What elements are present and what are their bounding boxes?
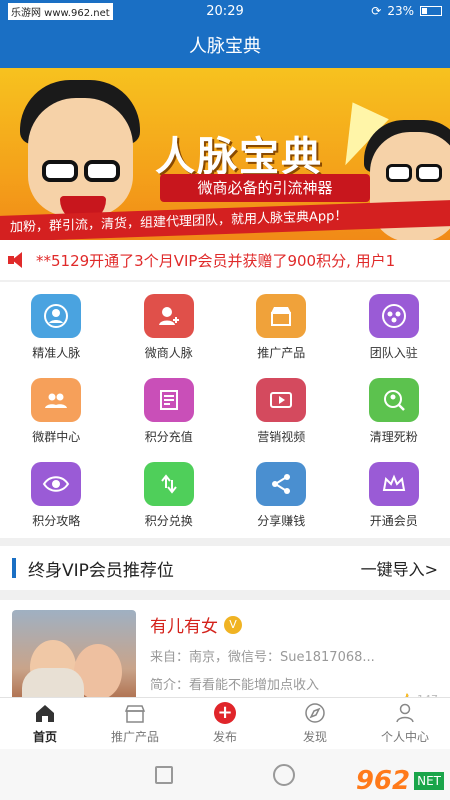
feature-item-wechat-contacts[interactable]: 微商人脉: [113, 288, 226, 364]
home-icon: [34, 702, 56, 724]
document-icon: [143, 378, 194, 422]
site-watermark: 962 NET: [356, 766, 444, 796]
tab-discover[interactable]: 发现: [270, 698, 360, 749]
feature-item-clean-dead-fans[interactable]: 清理死粉: [338, 372, 450, 448]
speaker-icon: [8, 252, 28, 268]
feature-grid: 精准人脉 微商人脉 推广产品 团队入驻 微群中心 积分充值 营销视频 清理死粉 …: [0, 282, 450, 538]
feature-item-share-earn[interactable]: 分享赚钱: [225, 456, 338, 532]
feature-item-marketing-video[interactable]: 营销视频: [225, 372, 338, 448]
feature-item-points-guide[interactable]: 积分攻略: [0, 456, 113, 532]
crown-icon: [368, 462, 419, 506]
feature-label: 微商人脉: [144, 346, 193, 360]
section-accent-bar: [12, 558, 16, 578]
vip-badge-icon: V: [224, 615, 242, 634]
clean-icon: [368, 378, 419, 422]
store-icon: [256, 294, 307, 338]
tab-label: 个人中心: [380, 730, 429, 744]
watermark-number: 962: [355, 766, 411, 796]
tab-label: 发现: [302, 730, 327, 744]
share-icon: [256, 462, 307, 506]
tab-publish[interactable]: + 发布: [180, 698, 270, 749]
member-info: 有儿有女 V 来自：南京，微信号：Sue1817068... 简介：看看能不能增…: [150, 610, 375, 708]
tab-label: 发布: [212, 730, 237, 744]
feature-label: 微群中心: [32, 430, 81, 444]
recent-apps-button[interactable]: [155, 765, 173, 784]
page-title: 人脉宝典: [189, 36, 261, 57]
member-location: 来自：南京，微信号：Sue1817068...: [150, 650, 375, 665]
feature-item-open-membership[interactable]: 开通会员: [338, 456, 450, 532]
feature-item-team-join[interactable]: 团队入驻: [338, 288, 450, 364]
feature-label: 团队入驻: [369, 346, 418, 360]
feature-label: 积分充值: [144, 430, 193, 444]
bottom-tab-bar: 首页 推广产品 + 发布 发现 个人中心: [0, 697, 450, 749]
tab-promote-products[interactable]: 推广产品: [90, 698, 180, 749]
tab-home[interactable]: 首页: [0, 698, 90, 749]
feature-item-group-center[interactable]: 微群中心: [0, 372, 113, 448]
vip-member-card[interactable]: 有儿有女 V 来自：南京，微信号：Sue1817068... 简介：看看能不能增…: [0, 600, 450, 708]
home-button[interactable]: [273, 763, 295, 786]
cartoon-glasses-right: [386, 164, 442, 182]
feature-item-points-recharge[interactable]: 积分充值: [113, 372, 226, 448]
tab-profile[interactable]: 个人中心: [360, 698, 450, 749]
team-icon: [368, 294, 419, 338]
avatar: [12, 610, 136, 708]
banner-tagline: 微商必备的引流神器: [160, 174, 370, 202]
compass-icon: [304, 702, 326, 724]
add-person-icon: [143, 294, 194, 338]
eye-icon: [31, 462, 82, 506]
feature-label: 积分攻略: [32, 514, 81, 528]
feature-label: 清理死粉: [369, 430, 418, 444]
system-nav-bar: 962 NET: [0, 749, 450, 800]
feature-label: 推广产品: [257, 346, 306, 360]
status-bar: 乐游网 www.962.net 20:29 ⟳ 23%: [0, 0, 450, 22]
announcement-bar[interactable]: **5129开通了3个月VIP会员并获赠了900积分, 用户1: [0, 240, 450, 280]
group-icon: [31, 378, 82, 422]
person-icon: [394, 702, 416, 724]
battery-icon: [420, 6, 442, 16]
cartoon-glasses-left: [42, 160, 124, 182]
tab-label: 推广产品: [110, 730, 159, 744]
watermark-net: NET: [414, 772, 444, 790]
announcement-text: **5129开通了3个月VIP会员并获赠了900积分, 用户1: [36, 251, 396, 270]
feature-label: 分享赚钱: [257, 514, 306, 528]
feature-item-points-exchange[interactable]: 积分兑换: [113, 456, 226, 532]
exchange-icon: [143, 462, 194, 506]
feature-item-promote-products[interactable]: 推广产品: [225, 288, 338, 364]
status-time: 20:29: [206, 3, 244, 19]
store-icon: [124, 702, 146, 724]
feature-label: 积分兑换: [144, 514, 193, 528]
member-name: 有儿有女: [150, 617, 218, 637]
feature-label: 精准人脉: [32, 346, 81, 360]
vip-section-header: 终身VIP会员推荐位 一键导入>: [0, 546, 450, 590]
member-name-row: 有儿有女 V: [150, 612, 375, 637]
feature-item-precise-contacts[interactable]: 精准人脉: [0, 288, 113, 364]
member-intro: 简介：看看能不能增加点收入: [150, 678, 320, 693]
tab-label: 首页: [32, 730, 57, 744]
person-circle-icon: [31, 294, 82, 338]
plus-icon: +: [214, 702, 236, 724]
section-title: 终身VIP会员推荐位: [28, 560, 174, 581]
one-click-import-button[interactable]: 一键导入>: [361, 556, 438, 580]
video-icon: [256, 378, 307, 422]
feature-label: 开通会员: [369, 514, 418, 528]
app-header: 人脉宝典: [0, 22, 450, 68]
promo-banner[interactable]: 人脉宝典 微商必备的引流神器 加粉，群引流，清货，组建代理团队，就用人脉宝典Ap…: [0, 68, 450, 240]
feature-label: 营销视频: [257, 430, 306, 444]
